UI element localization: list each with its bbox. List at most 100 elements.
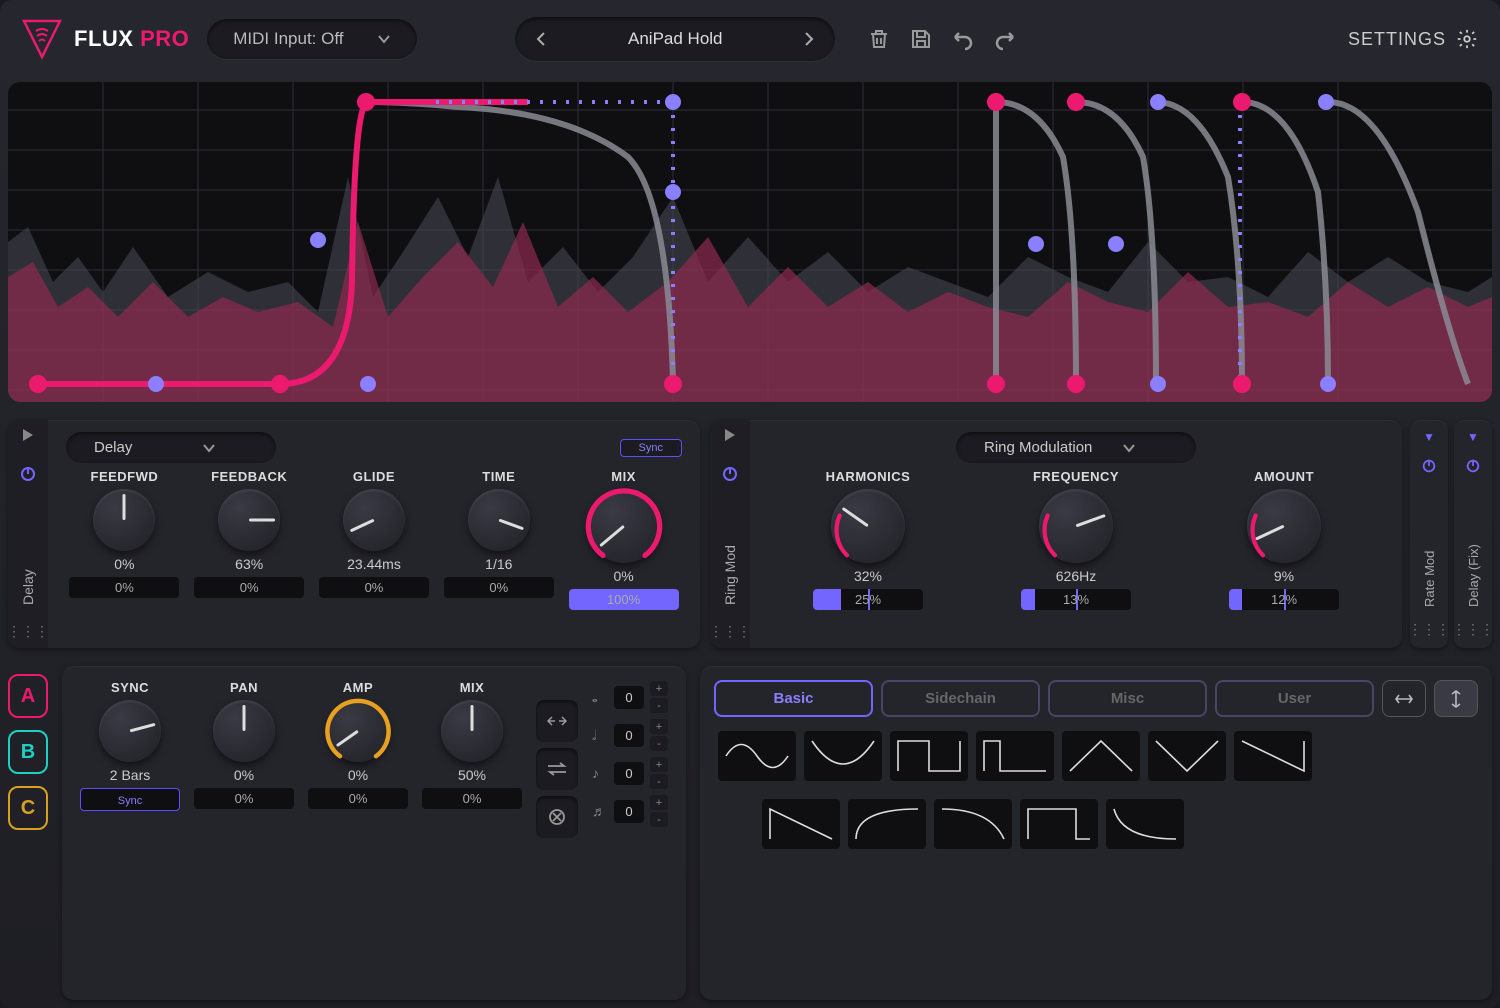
spinner-value[interactable]: 0: [614, 686, 644, 709]
preset-name[interactable]: AniPad Hold: [563, 29, 787, 49]
preset-next-button[interactable]: [795, 25, 823, 53]
knob-dial[interactable]: [93, 489, 155, 551]
wave-shape-logcurve[interactable]: [934, 799, 1012, 849]
wave-grid-row2: [714, 795, 1478, 853]
knob-dial[interactable]: [343, 489, 405, 551]
note-icon: 𝅝: [592, 689, 608, 706]
knob-dial[interactable]: [1039, 489, 1113, 563]
midi-input-select[interactable]: MIDI Input: Off: [207, 19, 417, 59]
spinner-down[interactable]: -: [650, 812, 668, 827]
power-button-left[interactable]: [19, 465, 37, 488]
swap-button[interactable]: [536, 748, 578, 790]
wave-shape-triangle[interactable]: [1062, 731, 1140, 781]
wave-tab-basic[interactable]: Basic: [714, 680, 873, 717]
wave-shape-expcurve[interactable]: [848, 799, 926, 849]
play-icon[interactable]: [21, 428, 35, 447]
knob-amount: AMOUNT 9% 12%: [1229, 469, 1339, 610]
knob-mod-value[interactable]: 0%: [308, 788, 408, 809]
sync-button[interactable]: Sync: [620, 439, 682, 457]
wave-shape-vee[interactable]: [1148, 731, 1226, 781]
strip-label: Rate Mod: [1422, 493, 1437, 607]
knob-mod-value[interactable]: 0%: [69, 577, 179, 598]
wave-shape-step[interactable]: [1020, 799, 1098, 849]
knob-dial[interactable]: [468, 489, 530, 551]
knob-mod-value[interactable]: 0%: [319, 577, 429, 598]
wave-tab-misc[interactable]: Misc: [1048, 680, 1207, 717]
knob-mod-value[interactable]: 13%: [1021, 589, 1131, 610]
wave-shape-sawup[interactable]: [762, 799, 840, 849]
spinner-up[interactable]: +: [650, 795, 668, 810]
undo-button[interactable]: [951, 27, 975, 51]
grid-icon[interactable]: ⋮⋮⋮: [1452, 621, 1494, 638]
horizontal-expand-button[interactable]: [1382, 680, 1426, 717]
vertical-expand-button[interactable]: [1434, 680, 1478, 717]
knob-dial[interactable]: [327, 700, 389, 762]
knob-dial[interactable]: [441, 700, 503, 762]
spinner-down[interactable]: -: [650, 736, 668, 751]
redo-button[interactable]: [993, 27, 1017, 51]
knob-dial[interactable]: [218, 489, 280, 551]
wave-tab-sidechain[interactable]: Sidechain: [881, 680, 1040, 717]
strip-delay-fix[interactable]: ▼ Delay (Fix) ⋮⋮⋮: [1454, 420, 1492, 648]
fx-type-select-left[interactable]: Delay: [66, 432, 276, 463]
knob-mod-value[interactable]: 0%: [194, 788, 294, 809]
knob-value: 0%: [348, 767, 368, 783]
knob-amp: AMP 0% 0%: [308, 680, 408, 986]
grid-icon[interactable]: ⋮⋮⋮: [8, 623, 49, 640]
spinner-value[interactable]: 0: [614, 800, 644, 823]
play-icon[interactable]: [723, 428, 737, 447]
knob-dial[interactable]: [831, 489, 905, 563]
fx-type-select-right[interactable]: Ring Modulation: [956, 432, 1196, 463]
header: FLUX PRO MIDI Input: Off AniPad Hold SET…: [0, 0, 1500, 78]
grid-icon[interactable]: ⋮⋮⋮: [1408, 621, 1450, 638]
knob-label: AMP: [343, 680, 373, 695]
knob-mod-value[interactable]: Sync: [80, 788, 180, 811]
slot-column: A B C: [8, 666, 48, 1000]
wave-shape-square[interactable]: [890, 731, 968, 781]
wave-tab-user[interactable]: User: [1215, 680, 1374, 717]
knob-mod-value[interactable]: 0%: [194, 577, 304, 598]
modulation-graph[interactable]: [8, 82, 1492, 402]
settings-button[interactable]: SETTINGS: [1348, 28, 1478, 50]
slot-a-button[interactable]: A: [8, 674, 48, 718]
power-button[interactable]: [1465, 458, 1481, 479]
grid-icon[interactable]: ⋮⋮⋮: [710, 623, 751, 640]
slot-c-button[interactable]: C: [8, 786, 48, 830]
wave-shape-sine[interactable]: [718, 731, 796, 781]
knob-mod-value[interactable]: 0%: [422, 788, 522, 809]
knob-dial[interactable]: [1247, 489, 1321, 563]
knob-mix: MIX 50% 0%: [422, 680, 522, 986]
mirror-button[interactable]: [536, 700, 578, 742]
knob-mod-value[interactable]: 100%: [569, 589, 679, 610]
wave-shape-sawdown[interactable]: [1234, 731, 1312, 781]
knob-dial[interactable]: [587, 489, 661, 563]
power-button-right[interactable]: [721, 465, 739, 488]
knob-label: SYNC: [111, 680, 149, 695]
settings-label: SETTINGS: [1348, 29, 1446, 50]
spinner-down[interactable]: -: [650, 774, 668, 789]
knob-mod-value[interactable]: 0%: [444, 577, 554, 598]
knob-mod-value[interactable]: 12%: [1229, 589, 1339, 610]
spinner-value[interactable]: 0: [614, 724, 644, 747]
knob-mod-value[interactable]: 25%: [813, 589, 923, 610]
note-spinners: 𝅝 0 +- 𝅗𝅥 0 +- ♪ 0 +- ♬ 0 +-: [592, 680, 668, 986]
slot-b-button[interactable]: B: [8, 730, 48, 774]
clear-button[interactable]: [536, 796, 578, 838]
wave-shape-expdecay[interactable]: [1106, 799, 1184, 849]
fx-section: Delay ⋮⋮⋮ Delay Sync FEEDFWD 0% 0%: [8, 420, 1492, 648]
strip-rate-mod[interactable]: ▼ Rate Mod ⋮⋮⋮: [1410, 420, 1448, 648]
power-button[interactable]: [1421, 458, 1437, 479]
save-button[interactable]: [909, 27, 933, 51]
spinner-down[interactable]: -: [650, 698, 668, 713]
spinner-up[interactable]: +: [650, 719, 668, 734]
spinner-up[interactable]: +: [650, 757, 668, 772]
wave-shape-pulse[interactable]: [976, 731, 1054, 781]
trash-button[interactable]: [867, 27, 891, 51]
knob-dial[interactable]: [99, 700, 161, 762]
knob-dial[interactable]: [213, 700, 275, 762]
wave-shape-valley[interactable]: [804, 731, 882, 781]
spinner-value[interactable]: 0: [614, 762, 644, 785]
knob-label: MIX: [460, 680, 485, 695]
preset-prev-button[interactable]: [527, 25, 555, 53]
spinner-up[interactable]: +: [650, 681, 668, 696]
